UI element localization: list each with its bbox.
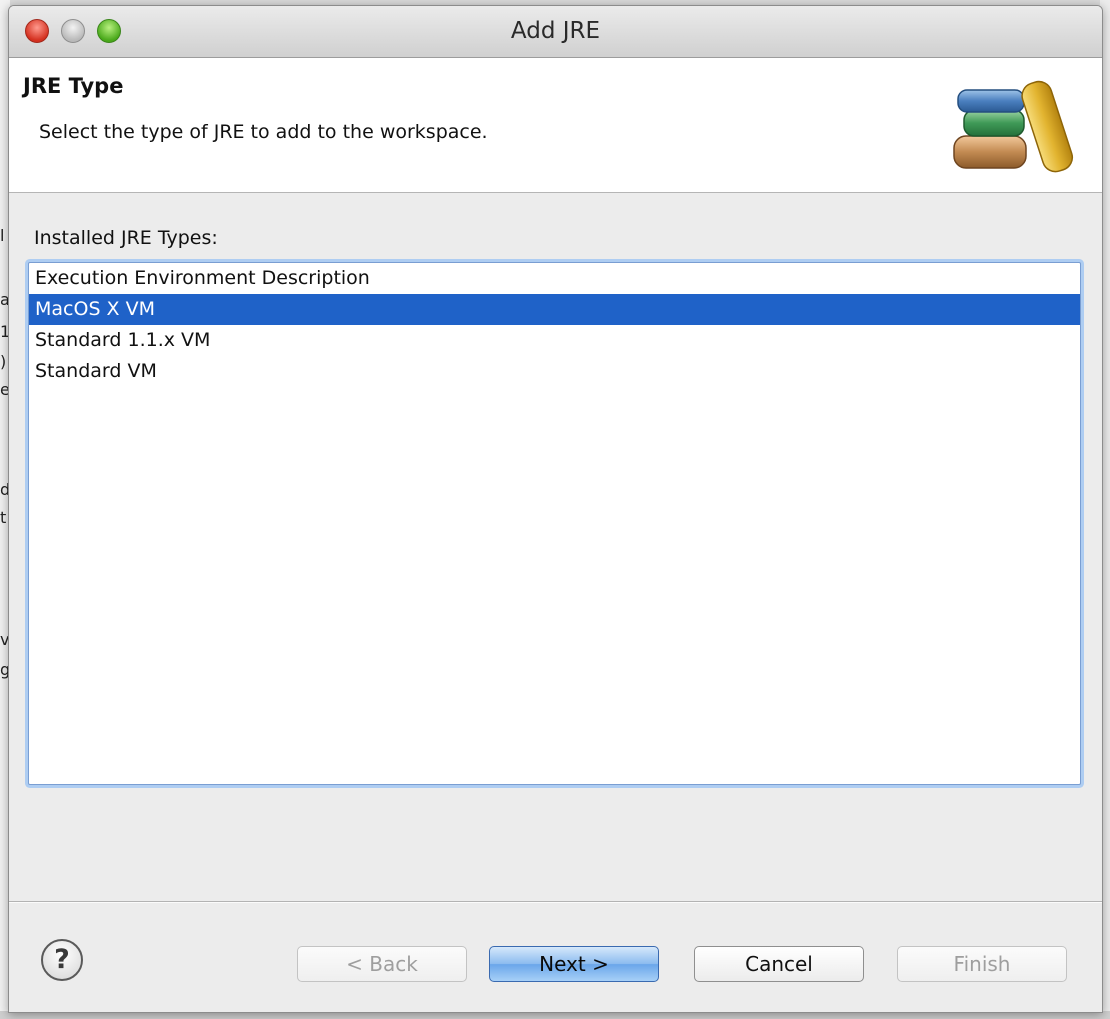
list-item-macos-x-vm[interactable]: MacOS X VM [29,294,1080,325]
list-item-standard-1-1-x-vm[interactable]: Standard 1.1.x VM [29,325,1080,356]
list-item-standard-vm[interactable]: Standard VM [29,356,1080,387]
cancel-button[interactable]: Cancel [694,946,864,982]
wizard-banner: JRE Type Select the type of JRE to add t… [9,58,1102,193]
jre-books-icon [953,80,1074,173]
button-bar: ? < Back Next > Cancel Finish [9,902,1102,1012]
help-icon[interactable]: ? [41,939,83,981]
finish-button[interactable]: Finish [897,946,1067,982]
title-bar: Add JRE [9,6,1102,58]
page-description: Select the type of JRE to add to the wor… [39,121,488,143]
content-area: Installed JRE Types: Execution Environme… [9,193,1102,903]
jre-types-list[interactable]: Execution Environment Description MacOS … [28,262,1081,785]
list-item-execution-environment-description[interactable]: Execution Environment Description [29,263,1080,294]
page-title: JRE Type [23,74,124,98]
installed-jre-types-label: Installed JRE Types: [34,227,218,249]
window-title: Add JRE [510,18,601,44]
back-button[interactable]: < Back [297,946,467,982]
add-jre-dialog: Add JRE JRE Type Select the type of JRE … [8,5,1103,1013]
next-button[interactable]: Next > [489,946,659,982]
